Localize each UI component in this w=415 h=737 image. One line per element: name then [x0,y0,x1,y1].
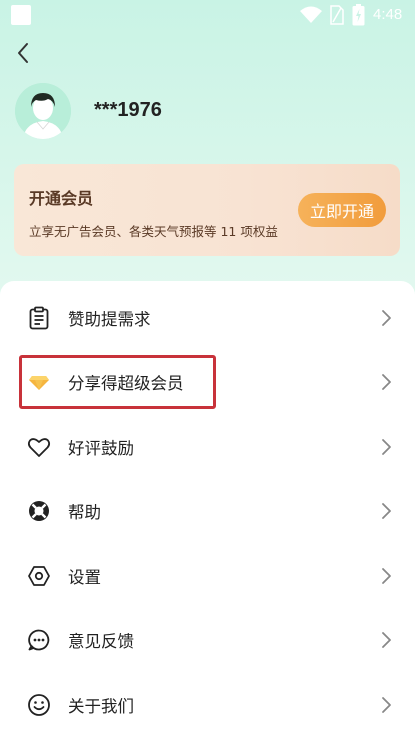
chevron-right-icon [382,439,391,455]
hexagon-settings-icon [28,566,50,586]
menu-item-label: 意见反馈 [68,632,134,651]
back-button[interactable] [8,38,38,68]
user-avatar-icon [15,83,71,139]
menu-item-label: 设置 [68,568,101,587]
activate-vip-button[interactable]: 立即开通 [298,193,386,227]
menu-item-share-super-vip[interactable]: 分享得超级会员 [0,350,415,414]
avatar[interactable] [15,83,71,139]
menu-item-label: 赞助提需求 [68,310,151,329]
clipboard-icon [29,306,49,330]
menu-item-about-us[interactable]: 关于我们 [0,673,415,737]
menu-item-label: 好评鼓励 [68,439,134,458]
lifebuoy-icon [29,501,49,521]
diamond-icon [29,376,49,390]
chevron-right-icon [382,310,391,326]
username[interactable]: ***1976 [94,99,162,122]
status-time: 4:48 [373,6,403,23]
menu-item-label: 关于我们 [68,697,134,716]
vip-title: 开通会员 [29,189,94,208]
chevron-right-icon [382,632,391,648]
wifi-icon [300,6,322,23]
notification-app-icon [11,5,31,25]
menu-item-help[interactable]: 帮助 [0,479,415,543]
vip-card[interactable]: 开通会员 立享无广告会员、各类天气预报等 11 项权益 立即开通 [14,164,400,256]
battery-icon [352,4,365,26]
chat-bubble-icon [28,629,50,651]
sim-icon [330,5,344,25]
menu-item-label: 帮助 [68,503,101,522]
menu-item-rate-us[interactable]: 好评鼓励 [0,415,415,479]
chevron-right-icon [382,568,391,584]
vip-description: 立享无广告会员、各类天气预报等 11 项权益 [29,224,278,239]
menu-item-feedback[interactable]: 意见反馈 [0,608,415,672]
heart-icon [27,438,51,457]
smiley-icon [28,694,50,716]
chevron-right-icon [382,374,391,390]
menu-item-settings[interactable]: 设置 [0,544,415,608]
chevron-right-icon [382,503,391,519]
menu-item-sponsor-request[interactable]: 赞助提需求 [0,286,415,350]
chevron-left-icon [18,43,28,63]
chevron-right-icon [382,697,391,713]
status-bar: 4:48 [0,0,415,30]
menu-item-label: 分享得超级会员 [68,374,184,393]
